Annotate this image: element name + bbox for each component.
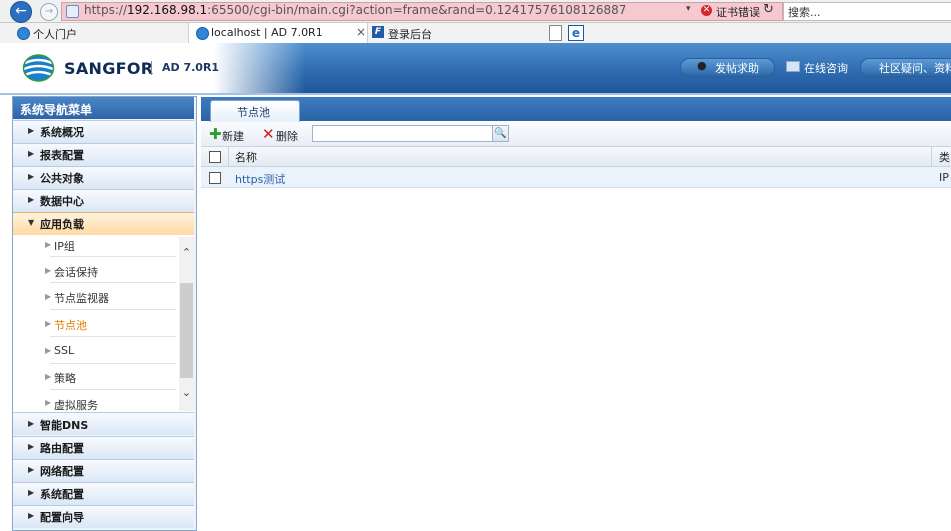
submenu-divider	[50, 256, 176, 257]
row-checkbox[interactable]	[209, 172, 221, 184]
submenu-divider	[50, 282, 176, 283]
chevron-right-icon: ▶	[28, 465, 35, 474]
scroll-down-icon[interactable]: ⌄	[179, 386, 194, 400]
submenu-divider	[50, 389, 176, 390]
ie-icon[interactable]: e	[568, 25, 584, 41]
url-prefix: https://	[84, 3, 128, 17]
chevron-right-icon: ▶	[28, 488, 35, 497]
header-divider	[0, 93, 951, 95]
chevron-right-icon: ▶	[28, 149, 35, 158]
brand-name: SANGFOR	[64, 59, 154, 78]
cert-error-icon[interactable]: ✕	[701, 5, 712, 16]
scroll-up-icon[interactable]: ⌃	[179, 246, 194, 260]
chevron-right-icon: ▶	[28, 511, 35, 520]
column-header-name[interactable]: 名称	[235, 149, 257, 165]
submenu-item-policy[interactable]: 策略	[54, 370, 76, 386]
sangfor-logo-icon	[22, 54, 55, 82]
chevron-right-icon: ▶	[28, 195, 35, 204]
submenu-item-node-monitor[interactable]: 节点监视器	[54, 290, 109, 306]
chevron-right-icon: ▶	[45, 398, 52, 407]
chevron-right-icon: ▶	[28, 172, 35, 181]
table-header	[201, 147, 951, 167]
sidebar-item-label: 应用负载	[40, 218, 84, 231]
tab-close-icon[interactable]: ×	[356, 25, 366, 39]
chevron-down-icon: ▼	[28, 218, 35, 227]
product-version: AD 7.0R1	[162, 61, 220, 74]
column-divider	[228, 147, 229, 166]
submenu-item-virtual-service[interactable]: 虚拟服务	[54, 397, 98, 413]
user-icon: ●	[697, 59, 707, 72]
brand-separator	[151, 61, 152, 75]
tab-ie-icon	[196, 27, 209, 40]
sidebar-item-label: 智能DNS	[40, 419, 89, 432]
url-path: :65500/cgi-bin/main.cgi?action=frame&ran…	[207, 3, 627, 17]
submenu-divider	[50, 336, 176, 337]
chevron-right-icon: ▶	[45, 372, 52, 381]
url-text[interactable]: https://192.168.98.1:65500/cgi-bin/main.…	[84, 3, 626, 17]
chevron-right-icon: ▶	[45, 346, 52, 355]
favorite-link[interactable]: 个人门户	[33, 26, 77, 42]
submenu-panel	[13, 235, 194, 412]
sidebar-item-label: 系统配置	[40, 488, 84, 501]
favorite-ie-icon	[17, 27, 30, 40]
column-divider[interactable]	[931, 147, 932, 166]
sidebar-item-label: 系统概况	[40, 126, 84, 139]
submenu-divider	[50, 309, 176, 310]
new-tab-icon[interactable]	[549, 25, 562, 41]
delete-button[interactable]: 删除	[276, 128, 298, 144]
new-button[interactable]: 新建	[222, 128, 244, 144]
browser-tab-title[interactable]: localhost | AD 7.0R1	[211, 26, 323, 39]
chevron-right-icon: ▶	[28, 419, 35, 428]
forward-button[interactable]: →	[40, 3, 58, 21]
chevron-right-icon: ▶	[28, 126, 35, 135]
browser-tab-login[interactable]: 登录后台	[388, 26, 432, 42]
chevron-right-icon: ▶	[28, 442, 35, 451]
online-consult-label[interactable]: 在线咨询	[804, 60, 848, 76]
submenu-item-node-pool[interactable]: 节点池	[54, 317, 87, 333]
submenu-item-session-persistence[interactable]: 会话保持	[54, 264, 98, 280]
sidebar-item-label: 数据中心	[40, 195, 84, 208]
row-name-link[interactable]: https测试	[235, 171, 285, 187]
table-row[interactable]	[201, 167, 951, 188]
tab-node-pool-label[interactable]: 节点池	[237, 104, 270, 120]
sidebar-item-label: 公共对象	[40, 172, 84, 185]
sidebar-item-label: 网络配置	[40, 465, 84, 478]
chevron-right-icon: ▶	[45, 292, 52, 301]
filter-input[interactable]	[312, 125, 496, 142]
browser-search-placeholder: 搜索...	[788, 6, 821, 19]
tab-row	[0, 23, 951, 44]
url-dropdown-icon[interactable]: ▾	[686, 4, 691, 14]
chevron-right-icon: ▶	[45, 319, 52, 328]
forum-label[interactable]: 社区疑问、资料	[879, 60, 951, 76]
select-all-checkbox[interactable]	[209, 151, 221, 163]
chevron-right-icon: ▶	[45, 240, 52, 249]
page-icon	[66, 5, 79, 18]
search-icon[interactable]: 🔍	[492, 125, 509, 142]
column-header-type[interactable]: 类	[939, 149, 950, 165]
help-post-label[interactable]: 发帖求助	[715, 60, 759, 76]
submenu-divider	[50, 363, 176, 364]
url-host: 192.168.98.1	[127, 3, 208, 17]
back-button[interactable]: ←	[10, 1, 32, 23]
submenu-item-ip-group[interactable]: IP组	[54, 238, 75, 254]
row-type: IP	[939, 171, 949, 184]
refresh-icon[interactable]: ↻	[763, 2, 774, 17]
cert-error-label[interactable]: 证书错误	[716, 4, 760, 20]
scrollbar-thumb[interactable]	[180, 283, 193, 378]
submenu-item-ssl[interactable]: SSL	[54, 344, 74, 357]
chevron-right-icon: ▶	[45, 266, 52, 275]
sidebar-item-label: 报表配置	[40, 149, 84, 162]
sidebar-item-label: 路由配置	[40, 442, 84, 455]
sidebar-title: 系统导航菜单	[20, 103, 93, 117]
plus-icon[interactable]: ✚	[209, 125, 222, 143]
chat-icon	[786, 61, 800, 72]
content-tab-strip	[201, 97, 951, 121]
delete-icon[interactable]: ✕	[262, 125, 275, 143]
sidebar-item-label: 配置向导	[40, 511, 84, 524]
tab-app-icon: F	[372, 26, 384, 38]
